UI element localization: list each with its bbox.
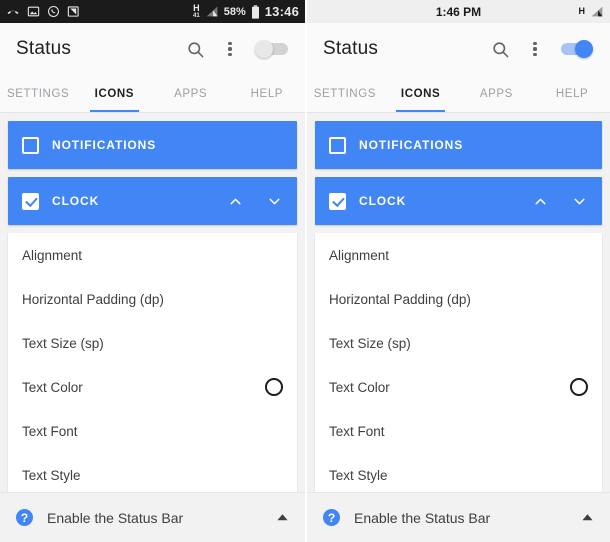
page-title: Status: [16, 38, 72, 59]
list-item[interactable]: Alignment: [315, 233, 602, 277]
status-bar-system-icons: H: [579, 5, 605, 18]
group-reorder-controls: [532, 193, 588, 210]
signal-strength-icon: [590, 5, 604, 18]
row-label: Text Size (sp): [329, 335, 411, 351]
group-label: NOTIFICATIONS: [52, 138, 157, 152]
tab-apps[interactable]: APPS: [153, 75, 229, 112]
screenshot-image-icon: [27, 5, 40, 18]
list-item[interactable]: Text Color: [315, 365, 602, 409]
tab-help[interactable]: HELP: [534, 75, 610, 112]
bottom-hint-label: Enable the Status Bar: [47, 509, 184, 526]
dual-screenshot-comparison: H 41 58% 13:46 Status SETTINGS ICONS APP…: [0, 0, 610, 542]
tab-icons[interactable]: ICONS: [76, 75, 152, 112]
status-bar-enable-toggle[interactable]: [560, 39, 594, 59]
app-bar-actions: [491, 39, 594, 59]
notifications-checkbox[interactable]: [22, 136, 39, 154]
tab-bar: SETTINGS ICONS APPS HELP: [0, 75, 305, 113]
chevron-up-icon[interactable]: [227, 193, 244, 210]
settings-content: NOTIFICATIONS CLOCK Alignment Horizontal…: [307, 113, 610, 492]
row-label: Text Size (sp): [22, 335, 104, 351]
settings-content: NOTIFICATIONS CLOCK Alignment Horizontal…: [0, 113, 305, 492]
status-bar-notification-icons: [6, 5, 80, 19]
network-type-indicator: H: [578, 6, 586, 16]
status-bar-enable-toggle[interactable]: [255, 39, 289, 59]
panel-left: H 41 58% 13:46 Status SETTINGS ICONS APP…: [0, 0, 305, 542]
clock-settings-list: Alignment Horizontal Padding (dp) Text S…: [315, 233, 602, 492]
app-bar-actions: [186, 39, 289, 59]
list-item[interactable]: Text Size (sp): [315, 321, 602, 365]
android-status-bar-light: 1:46 PM H: [307, 0, 610, 23]
app-bar: Status: [0, 23, 305, 75]
list-item[interactable]: Horizontal Padding (dp): [8, 277, 297, 321]
text-color-swatch[interactable]: [570, 378, 588, 396]
chevron-down-icon[interactable]: [266, 193, 283, 210]
clock-checkbox[interactable]: [22, 192, 39, 210]
more-vert-icon[interactable]: [221, 39, 239, 59]
bottom-hint-label: Enable the Status Bar: [354, 509, 491, 526]
network-type-indicator: H 41: [193, 3, 200, 20]
group-label: CLOCK: [359, 194, 407, 208]
signal-strength-icon: [205, 5, 219, 18]
whatsapp-icon: [47, 5, 60, 18]
search-icon[interactable]: [491, 40, 510, 59]
bottom-hint-bar[interactable]: ? Enable the Status Bar: [0, 492, 305, 542]
row-label: Horizontal Padding (dp): [329, 291, 471, 307]
row-label: Text Style: [329, 467, 388, 483]
android-status-bar-dark: H 41 58% 13:46: [0, 0, 305, 23]
page-title: Status: [323, 38, 379, 59]
more-vert-icon[interactable]: [526, 39, 544, 59]
group-header-notifications[interactable]: NOTIFICATIONS: [315, 121, 602, 169]
panel-right: 1:46 PM H Status SETTINGS ICONS APPS HEL…: [305, 0, 610, 542]
list-item[interactable]: Text Font: [8, 409, 297, 453]
list-item[interactable]: Text Size (sp): [8, 321, 297, 365]
app-bar: Status: [307, 23, 610, 75]
row-label: Text Style: [22, 467, 81, 483]
group-header-clock[interactable]: CLOCK: [315, 177, 602, 225]
group-label: CLOCK: [52, 194, 100, 208]
chevron-up-icon[interactable]: [532, 193, 549, 210]
list-item[interactable]: Text Color: [8, 365, 297, 409]
search-icon[interactable]: [186, 40, 205, 59]
tab-help[interactable]: HELP: [229, 75, 305, 112]
tab-settings[interactable]: SETTINGS: [0, 75, 76, 112]
group-header-notifications[interactable]: NOTIFICATIONS: [8, 121, 297, 169]
list-item[interactable]: Horizontal Padding (dp): [315, 277, 602, 321]
folder-square-icon: [67, 5, 80, 18]
help-circle-icon[interactable]: ?: [16, 509, 33, 526]
row-label: Alignment: [22, 247, 83, 263]
battery-icon: [251, 4, 260, 19]
row-label: Text Font: [329, 423, 385, 439]
clock-checkbox[interactable]: [329, 192, 346, 210]
battery-percent-label: 58%: [223, 5, 246, 18]
tab-apps[interactable]: APPS: [459, 75, 535, 112]
caret-up-icon[interactable]: [276, 513, 289, 522]
list-item[interactable]: Alignment: [8, 233, 297, 277]
row-label: Horizontal Padding (dp): [22, 291, 164, 307]
group-label: NOTIFICATIONS: [359, 138, 464, 152]
tab-icons[interactable]: ICONS: [383, 75, 459, 112]
status-bar-clock: 13:46: [264, 4, 299, 19]
row-label: Text Color: [329, 379, 390, 395]
clock-settings-list: Alignment Horizontal Padding (dp) Text S…: [8, 233, 297, 492]
tab-settings[interactable]: SETTINGS: [307, 75, 383, 112]
caret-up-icon[interactable]: [581, 513, 594, 522]
group-header-clock[interactable]: CLOCK: [8, 177, 297, 225]
status-bar-clock: 1:46 PM: [435, 4, 482, 19]
help-circle-icon[interactable]: ?: [323, 509, 340, 526]
row-label: Alignment: [329, 247, 390, 263]
list-item[interactable]: Text Style: [8, 453, 297, 492]
row-label: Text Font: [22, 423, 78, 439]
bottom-hint-bar[interactable]: ? Enable the Status Bar: [307, 492, 610, 542]
status-bar-system-icons: H 41 58% 13:46: [193, 3, 299, 20]
row-label: Text Color: [22, 379, 83, 395]
tab-bar: SETTINGS ICONS APPS HELP: [307, 75, 610, 113]
list-item[interactable]: Text Style: [315, 453, 602, 492]
notifications-checkbox[interactable]: [329, 136, 346, 154]
list-item[interactable]: Text Font: [315, 409, 602, 453]
chevron-down-icon[interactable]: [571, 193, 588, 210]
text-color-swatch[interactable]: [265, 378, 283, 396]
missed-call-icon: [6, 5, 20, 19]
group-reorder-controls: [227, 193, 283, 210]
